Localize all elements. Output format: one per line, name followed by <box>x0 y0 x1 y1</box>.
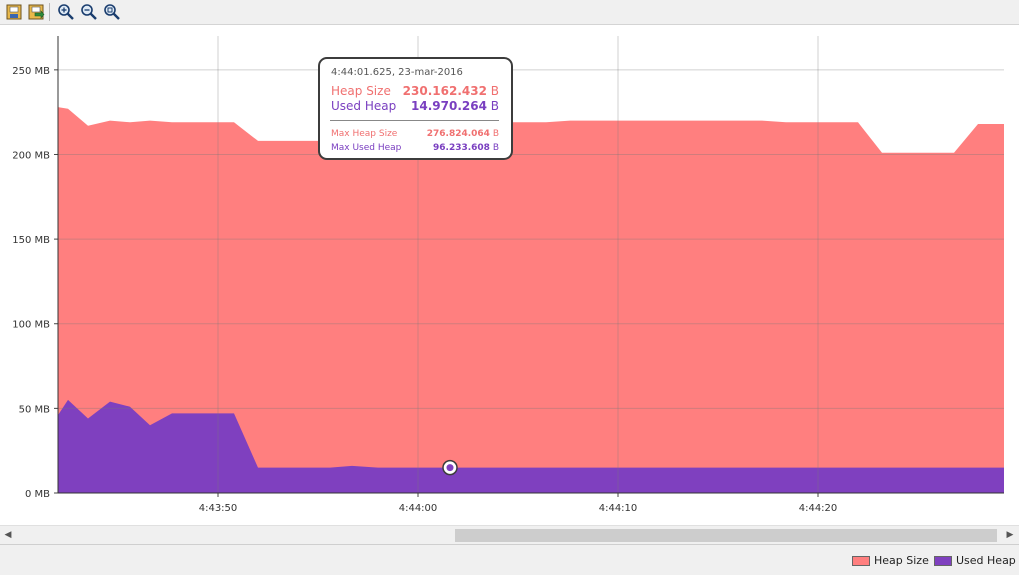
legend-swatch-heap-size <box>852 555 870 566</box>
tooltip-heap-size-number: 230.162.432 <box>402 84 487 98</box>
legend-item-heap-size[interactable]: Heap Size <box>852 554 929 567</box>
tooltip-divider <box>330 120 499 121</box>
y-tick-label: 50 MB <box>19 404 51 415</box>
toolbar <box>0 0 1019 25</box>
tooltip-heap-size-value: 230.162.432 B <box>403 84 499 98</box>
scroll-left-icon[interactable]: ◀ <box>2 529 14 541</box>
scrollbar-thumb[interactable] <box>455 529 997 542</box>
tooltip-max-heap-size-number: 276.824.064 <box>426 129 490 139</box>
horizontal-scrollbar[interactable]: ◀ ▶ <box>0 525 1019 544</box>
x-tick-label: 4:44:20 <box>799 503 838 514</box>
legend-label-used-heap: Used Heap <box>956 554 1016 567</box>
tooltip-used-heap-value: 14.970.264 B <box>411 99 499 113</box>
x-tick-label: 4:44:10 <box>599 503 638 514</box>
toolbar-separator <box>49 3 50 21</box>
legend-label-heap-size: Heap Size <box>874 554 929 567</box>
legend-item-used-heap[interactable]: Used Heap <box>934 554 1016 567</box>
legend-swatch-used-heap <box>934 555 952 566</box>
tooltip-timestamp: 4:44:01.625, 23-mar-2016 <box>331 67 463 78</box>
tooltip-heap-size-unit: B <box>490 84 499 98</box>
tooltip-max-used-heap-value: 96.233.608 B <box>433 143 499 153</box>
y-tick-label: 100 MB <box>12 320 50 331</box>
legend: Heap Size Used Heap <box>0 544 1019 575</box>
chart-tooltip: 4:44:01.625, 23-mar-2016 Heap Size 230.1… <box>318 57 513 160</box>
highlight-marker-dot <box>446 464 454 472</box>
x-tick-label: 4:43:50 <box>199 503 238 514</box>
zoom-fit-icon[interactable] <box>102 2 122 22</box>
zoom-out-icon[interactable] <box>79 2 99 22</box>
y-tick-label: 250 MB <box>12 66 50 77</box>
tooltip-max-heap-size-label: Max Heap Size <box>331 129 398 139</box>
zoom-in-icon[interactable] <box>56 2 76 22</box>
scroll-right-icon[interactable]: ▶ <box>1004 529 1016 541</box>
tooltip-max-heap-size-value: 276.824.064 B <box>427 129 499 139</box>
export-image-icon[interactable] <box>26 2 46 22</box>
tooltip-max-used-heap-number: 96.233.608 <box>433 143 490 153</box>
tooltip-used-heap-number: 14.970.264 <box>411 99 487 113</box>
tooltip-max-heap-size-unit: B <box>492 129 499 139</box>
y-tick-label: 0 MB <box>25 489 50 500</box>
tooltip-used-heap-unit: B <box>490 99 499 113</box>
save-image-icon[interactable] <box>4 2 24 22</box>
tooltip-heap-size-label: Heap Size <box>331 84 391 98</box>
tooltip-max-used-heap-unit: B <box>492 143 499 153</box>
y-tick-label: 150 MB <box>12 235 50 246</box>
x-tick-label: 4:44:00 <box>399 503 438 514</box>
tooltip-used-heap-label: Used Heap <box>331 99 397 113</box>
tooltip-max-used-heap-label: Max Used Heap <box>331 143 402 153</box>
y-tick-label: 200 MB <box>12 150 50 161</box>
